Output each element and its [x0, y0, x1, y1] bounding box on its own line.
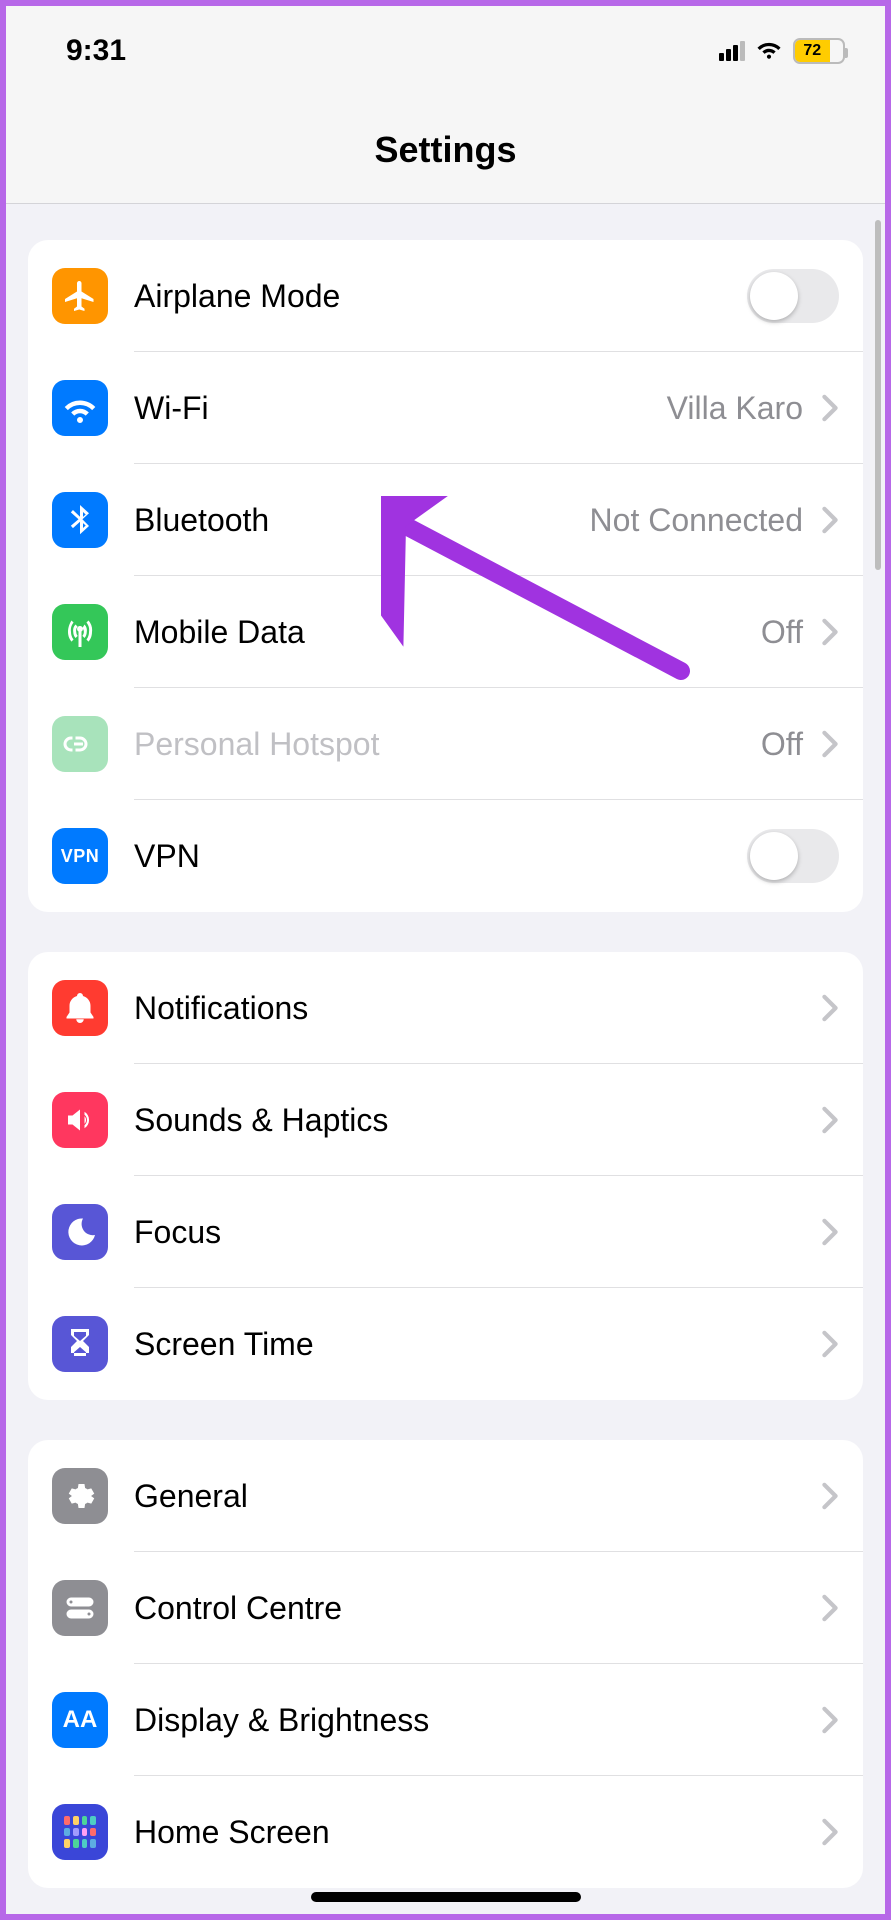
- row-general[interactable]: General: [28, 1440, 863, 1552]
- chevron-right-icon: [821, 1106, 839, 1134]
- chevron-right-icon: [821, 1818, 839, 1846]
- row-home-screen[interactable]: Home Screen: [28, 1776, 863, 1888]
- link-icon: [52, 716, 108, 772]
- row-label: Airplane Mode: [134, 278, 340, 315]
- chevron-right-icon: [821, 394, 839, 422]
- wifi-status-icon: [755, 33, 783, 69]
- vpn-icon: VPN: [52, 828, 108, 884]
- aa-icon: AA: [52, 1692, 108, 1748]
- row-bluetooth[interactable]: Bluetooth Not Connected: [28, 464, 863, 576]
- switches-icon: [52, 1580, 108, 1636]
- speaker-icon: [52, 1092, 108, 1148]
- battery-icon: 72: [793, 38, 845, 64]
- row-label: Personal Hotspot: [134, 726, 379, 763]
- row-label: Focus: [134, 1214, 221, 1251]
- wifi-icon: [52, 380, 108, 436]
- bell-icon: [52, 980, 108, 1036]
- status-bar: 9:31 72: [6, 6, 885, 96]
- row-personal-hotspot[interactable]: Personal Hotspot Off: [28, 688, 863, 800]
- antenna-icon: [52, 604, 108, 660]
- row-label: VPN: [134, 838, 200, 875]
- row-label: Home Screen: [134, 1814, 330, 1851]
- row-label: Control Centre: [134, 1590, 342, 1627]
- chevron-right-icon: [821, 1330, 839, 1358]
- row-value: Villa Karo: [667, 390, 803, 427]
- home-grid-icon: [52, 1804, 108, 1860]
- row-label: Sounds & Haptics: [134, 1102, 388, 1139]
- moon-icon: [52, 1204, 108, 1260]
- row-focus[interactable]: Focus: [28, 1176, 863, 1288]
- home-indicator[interactable]: [311, 1892, 581, 1902]
- chevron-right-icon: [821, 1594, 839, 1622]
- chevron-right-icon: [821, 618, 839, 646]
- row-wifi[interactable]: Wi-Fi Villa Karo: [28, 352, 863, 464]
- row-airplane-mode[interactable]: Airplane Mode: [28, 240, 863, 352]
- row-vpn[interactable]: VPN VPN: [28, 800, 863, 912]
- cellular-signal-icon: [719, 41, 745, 61]
- row-label: Display & Brightness: [134, 1702, 429, 1739]
- chevron-right-icon: [821, 994, 839, 1022]
- chevron-right-icon: [821, 1482, 839, 1510]
- row-notifications[interactable]: Notifications: [28, 952, 863, 1064]
- row-label: Screen Time: [134, 1326, 314, 1363]
- chevron-right-icon: [821, 1706, 839, 1734]
- hourglass-icon: [52, 1316, 108, 1372]
- nav-header: Settings: [6, 96, 885, 204]
- row-label: Mobile Data: [134, 614, 305, 651]
- row-label: Wi-Fi: [134, 390, 209, 427]
- row-control-centre[interactable]: Control Centre: [28, 1552, 863, 1664]
- row-mobile-data[interactable]: Mobile Data Off: [28, 576, 863, 688]
- row-sounds[interactable]: Sounds & Haptics: [28, 1064, 863, 1176]
- row-screen-time[interactable]: Screen Time: [28, 1288, 863, 1400]
- settings-group-general: General Control Centre AA Display & Brig…: [28, 1440, 863, 1888]
- airplane-icon: [52, 268, 108, 324]
- status-right: 72: [719, 33, 845, 69]
- battery-level: 72: [795, 40, 830, 62]
- ios-settings-screen: 9:31 72 Settings Airplane Mode: [6, 6, 885, 1914]
- settings-group-notifications: Notifications Sounds & Haptics Focus: [28, 952, 863, 1400]
- row-value: Not Connected: [590, 502, 803, 539]
- row-value: Off: [761, 614, 803, 651]
- chevron-right-icon: [821, 506, 839, 534]
- gear-icon: [52, 1468, 108, 1524]
- chevron-right-icon: [821, 730, 839, 758]
- settings-content[interactable]: Airplane Mode Wi-Fi Villa Karo Bluetooth: [6, 204, 885, 1914]
- row-value: Off: [761, 726, 803, 763]
- status-time: 9:31: [66, 34, 126, 68]
- vpn-toggle[interactable]: [747, 829, 839, 883]
- chevron-right-icon: [821, 1218, 839, 1246]
- row-label: General: [134, 1478, 248, 1515]
- airplane-toggle[interactable]: [747, 269, 839, 323]
- row-label: Notifications: [134, 990, 308, 1027]
- row-label: Bluetooth: [134, 502, 269, 539]
- bluetooth-icon: [52, 492, 108, 548]
- settings-group-connectivity: Airplane Mode Wi-Fi Villa Karo Bluetooth: [28, 240, 863, 912]
- scroll-indicator: [875, 220, 881, 570]
- page-title: Settings: [374, 129, 516, 171]
- row-display-brightness[interactable]: AA Display & Brightness: [28, 1664, 863, 1776]
